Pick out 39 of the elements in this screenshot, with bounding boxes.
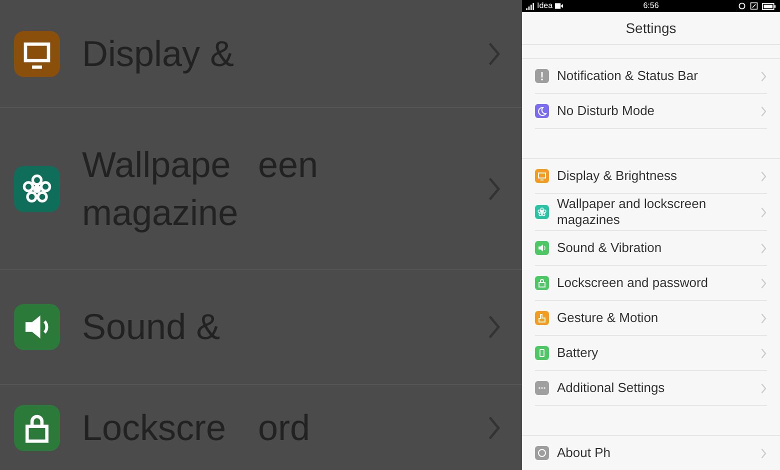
settings-item[interactable]: Wallpaper and lockscreen magazines xyxy=(535,194,767,231)
chevron-icon xyxy=(761,170,767,182)
settings-item[interactable]: Lockscreen and password xyxy=(535,266,767,301)
screen-title: Settings xyxy=(626,20,676,36)
carrier-name: Idea xyxy=(537,1,553,11)
item-label: Gesture & Motion xyxy=(557,310,660,326)
clock-time: 6:56 xyxy=(643,1,659,11)
chevron-icon xyxy=(761,206,767,218)
settings-item[interactable]: Sound & Vibration xyxy=(535,231,767,266)
item-label: Sound & Vibration xyxy=(557,240,663,256)
settings-item[interactable]: Gesture & Motion xyxy=(535,301,767,336)
chevron-icon xyxy=(761,106,767,116)
chevron-icon xyxy=(761,312,767,324)
chevron-icon xyxy=(761,382,767,394)
item-label: About Ph xyxy=(557,445,612,461)
settings-item[interactable]: Additional Settings xyxy=(535,371,767,406)
item-label: Additional Settings xyxy=(557,380,666,396)
item-label: Lockscreen and password xyxy=(557,275,710,291)
settings-item[interactable]: Display & Brightness xyxy=(535,159,767,194)
item-label: Display & Brightness xyxy=(557,168,678,184)
video-camera-icon xyxy=(554,3,563,9)
settings-item[interactable]: Battery xyxy=(535,336,767,371)
chevron-icon xyxy=(761,348,767,358)
sync-icon xyxy=(738,2,746,10)
chevron-icon xyxy=(761,448,767,458)
cast-icon xyxy=(750,2,758,10)
chevron-icon xyxy=(488,313,502,341)
chevron-icon xyxy=(761,242,767,254)
settings-item[interactable]: About Ph xyxy=(535,436,767,470)
chevron-icon xyxy=(761,278,767,288)
item-label: Notification & Status Bar xyxy=(557,68,699,84)
chevron-icon xyxy=(761,70,767,82)
item-label: Wallpaper and lockscreen magazines xyxy=(557,196,708,228)
settings-item[interactable]: No Disturb Mode xyxy=(535,94,767,129)
battery-icon xyxy=(762,2,776,10)
signal-icon xyxy=(526,2,535,10)
item-label: Battery xyxy=(557,345,600,361)
item-label: No Disturb Mode xyxy=(557,103,656,119)
settings-item[interactable]: Notification & Status Bar xyxy=(535,59,767,94)
